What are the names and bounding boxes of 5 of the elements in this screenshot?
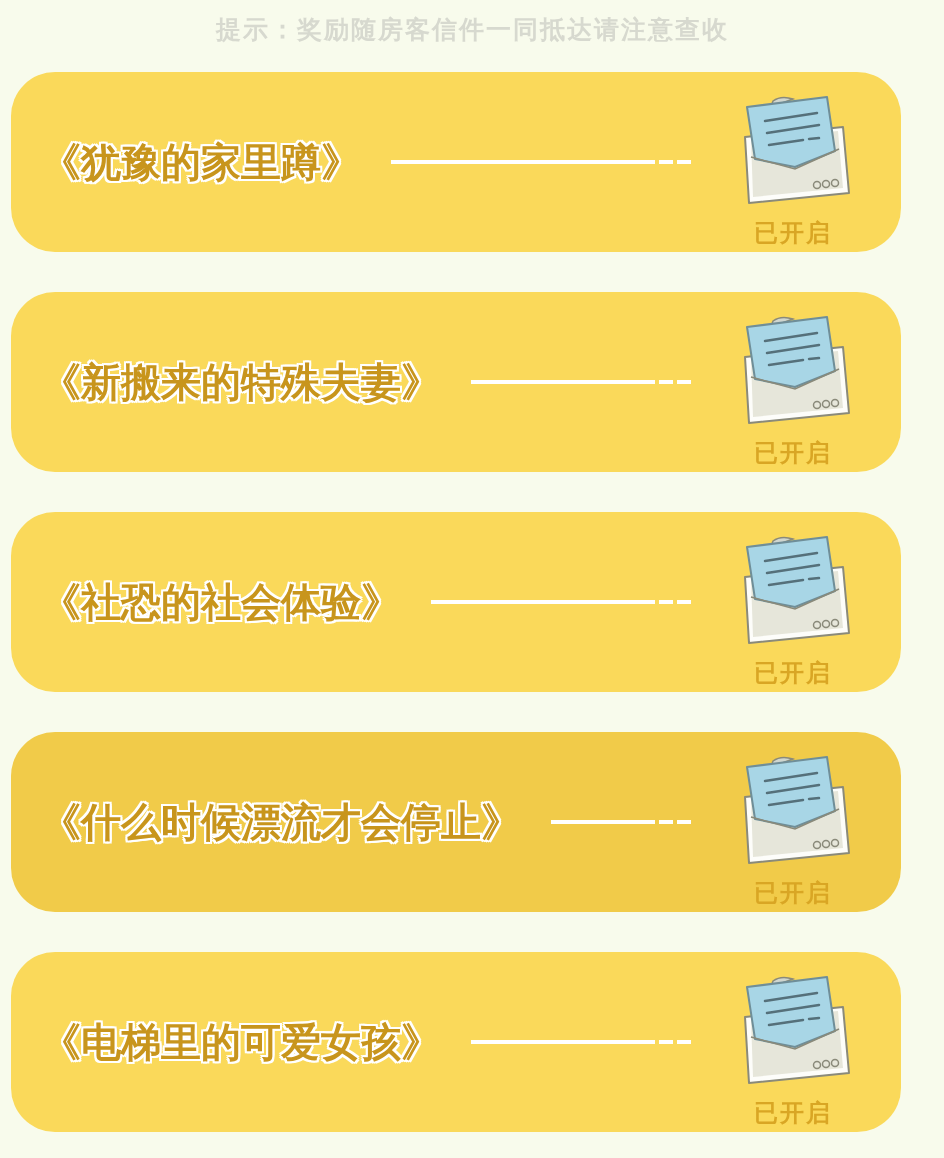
- letter-title: 《新搬来的特殊夫妻》: [41, 358, 441, 407]
- letter-title: 《社恐的社会体验》: [41, 578, 401, 627]
- letter-title: 《什么时候漂流才会停止》: [41, 798, 521, 847]
- letter-title: 《犹豫的家里蹲》: [41, 138, 361, 187]
- letter-title: 《电梯里的可爱女孩》: [41, 1018, 441, 1067]
